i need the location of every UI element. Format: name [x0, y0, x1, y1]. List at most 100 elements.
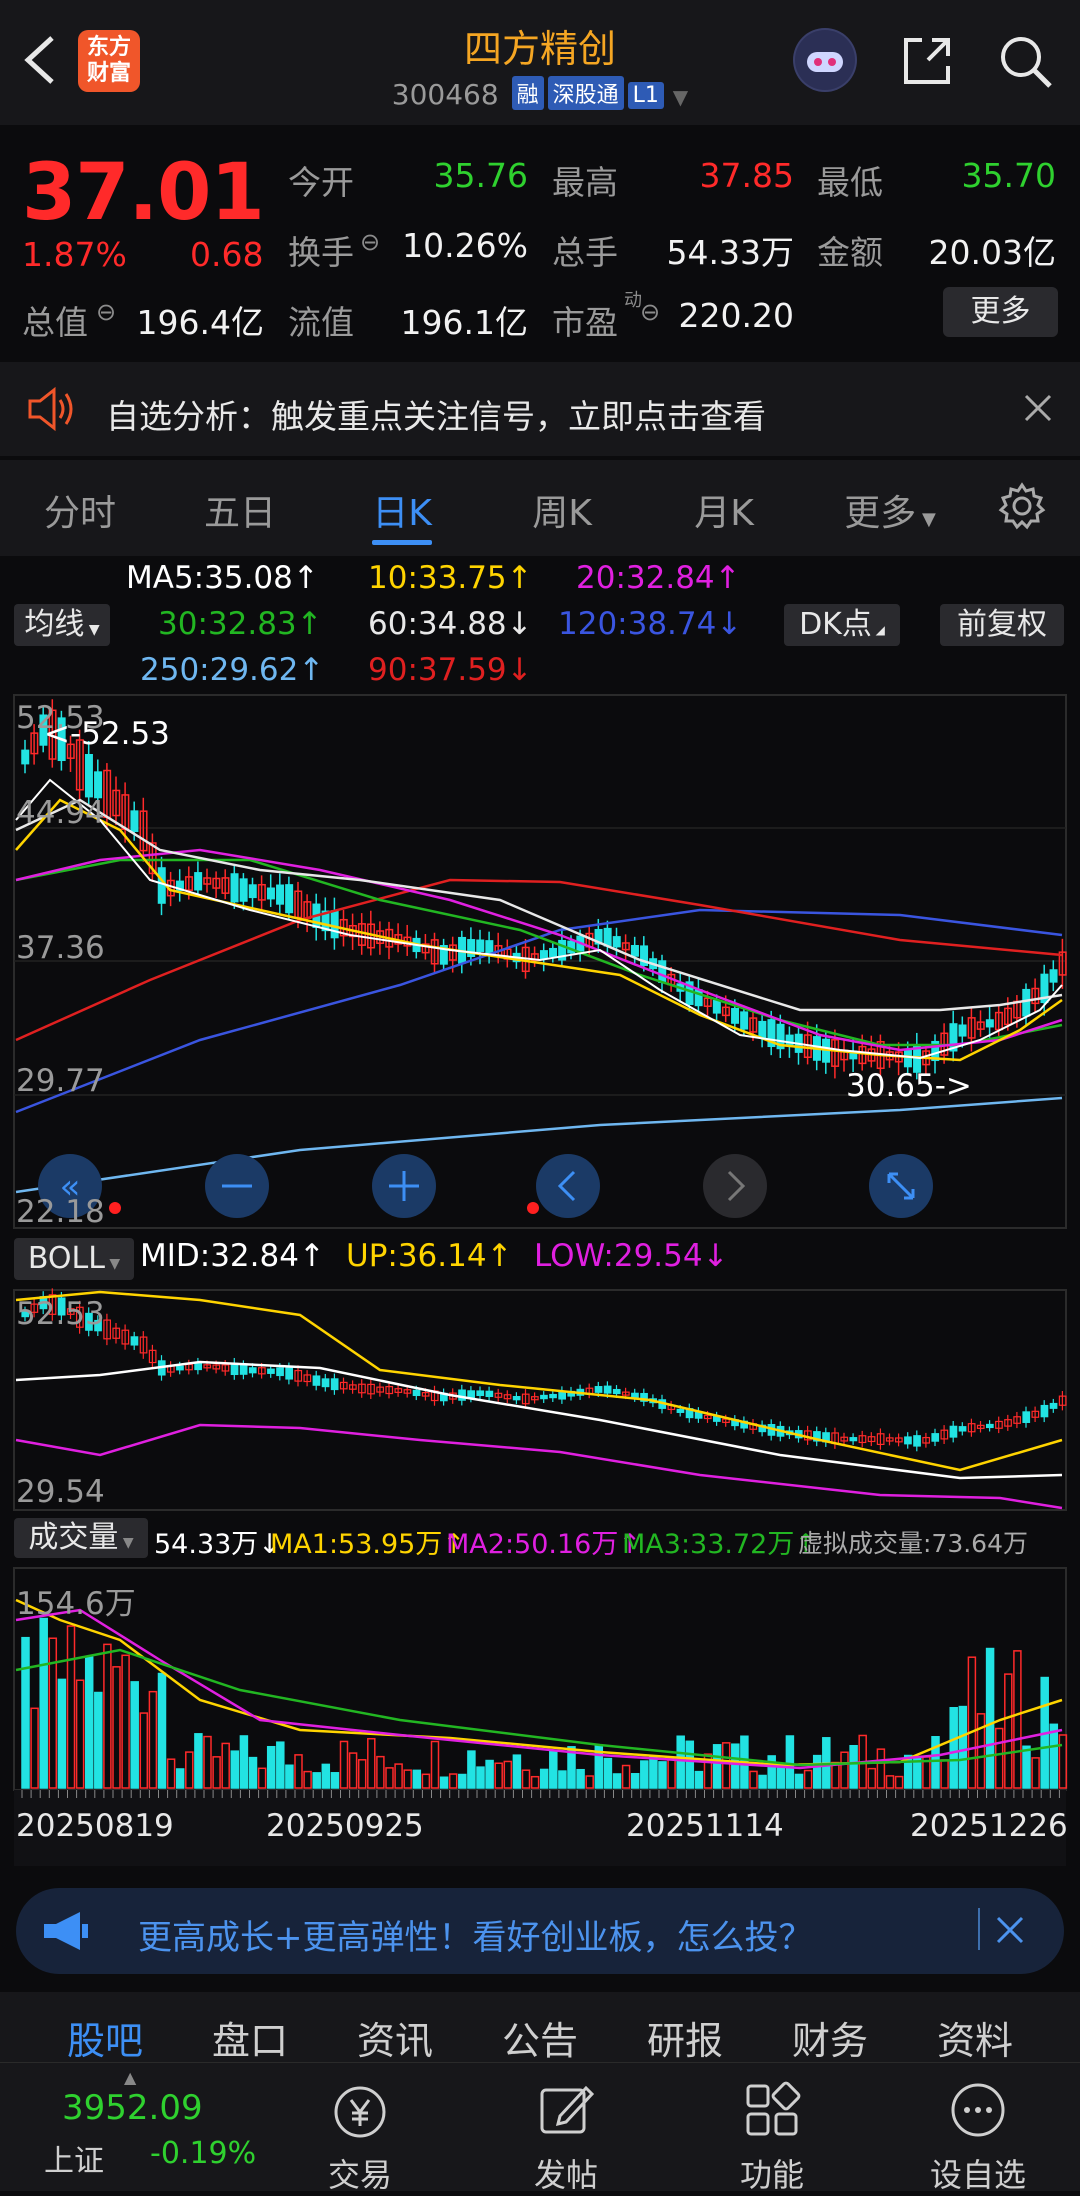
tab-monthly-k[interactable]: 月K [654, 484, 794, 536]
volume-bar [585, 1775, 594, 1789]
current-price: 37.01 [22, 148, 265, 238]
ma10-value: 10:33.75↑ [368, 560, 533, 596]
ma120-value: 120:38.74↓ [558, 606, 743, 642]
vol-ma2-line [15, 1608, 1063, 1770]
boll-mid-line [15, 1360, 1063, 1480]
boll-candle-body [913, 1435, 921, 1447]
tab-news[interactable]: 资讯 [325, 2010, 465, 2065]
adjust-price-button[interactable]: 前复权 [940, 604, 1064, 646]
share-icon[interactable] [898, 32, 956, 90]
tab-profile[interactable]: 资料 [905, 2010, 1045, 2065]
tag-level: L1 [627, 82, 664, 109]
volume-bar [530, 1775, 540, 1789]
turnover-label: 换手 [288, 233, 354, 272]
volume-bar [266, 1745, 276, 1789]
candle-body [630, 945, 639, 957]
info-icon[interactable]: ⊖ [360, 228, 380, 256]
candle-body [157, 867, 166, 904]
tab-more[interactable]: 更多 ▼ [820, 484, 960, 536]
pe-label: 市盈 [552, 303, 618, 342]
vol-value: 54.33万↓ [154, 1529, 281, 1560]
expand-caret-icon[interactable]: ▲ [124, 2068, 136, 2087]
info-icon[interactable]: ⊖ [96, 298, 116, 326]
volume-bar [139, 1712, 149, 1789]
boll-candle-body [267, 1368, 275, 1374]
volume-bar [1004, 1673, 1013, 1789]
candle-body [84, 753, 93, 798]
tab-intraday[interactable]: 分时 [10, 484, 150, 536]
search-icon[interactable] [996, 32, 1054, 90]
settings-gear-icon[interactable] [998, 482, 1046, 530]
tab-daily-k[interactable]: 日K [332, 484, 472, 536]
volume-bar [21, 1636, 30, 1789]
megaphone-icon [44, 1912, 88, 1950]
candle-body [21, 749, 30, 765]
index-value[interactable]: 3952.09 [62, 2088, 203, 2128]
boll-candle-body [467, 1390, 475, 1399]
post-label[interactable]: 发帖 [496, 2150, 636, 2196]
amount-value: 20.03亿 [928, 233, 1056, 272]
tab-forum[interactable]: 股吧 [35, 2010, 175, 2065]
boll-candle-body [985, 1423, 994, 1429]
low-value: 35.70 [961, 156, 1056, 195]
functions-label[interactable]: 功能 [702, 2150, 842, 2196]
volume-bar [603, 1757, 613, 1789]
volume-bar [348, 1752, 358, 1789]
robot-avatar-icon[interactable] [793, 28, 857, 92]
info-icon[interactable]: ⊖ [640, 298, 660, 326]
volume-bar [521, 1769, 531, 1789]
boll-ylabel-bottom: 29.54 [16, 1474, 105, 1510]
boll-candle-body [1022, 1411, 1031, 1423]
volume-bar [376, 1755, 385, 1789]
more-button[interactable]: 更多 [943, 287, 1058, 337]
ma20-value: 20:32.84↑ [576, 560, 741, 596]
date-label-1: 20250819 [16, 1808, 174, 1844]
tab-financials[interactable]: 财务 [760, 2010, 900, 2065]
tab-research[interactable]: 研报 [615, 2010, 755, 2065]
candle-body [549, 947, 558, 958]
volume-bar [421, 1773, 431, 1789]
candle-body [130, 810, 139, 833]
ma60-value: 60:34.88↓ [368, 606, 533, 642]
post-edit-icon[interactable] [536, 2080, 596, 2140]
tab-orderbook[interactable]: 盘口 [180, 2010, 320, 2065]
k-ylabel-3: 37.36 [16, 930, 105, 966]
candle-body [1049, 969, 1058, 983]
trade-yen-icon[interactable] [330, 2082, 390, 2142]
boll-candle-body [248, 1367, 257, 1374]
dropdown-icon[interactable]: ▼ [673, 85, 688, 109]
dk-point-button[interactable]: DK点 ◢ [784, 604, 900, 646]
trade-label[interactable]: 交易 [290, 2150, 430, 2196]
candle-body [985, 1019, 994, 1028]
volume-bar [285, 1764, 294, 1789]
change-percent: 1.87% [22, 235, 127, 274]
boll-candle-body [285, 1367, 293, 1380]
add-watchlist-icon[interactable] [948, 2080, 1008, 2140]
close-icon[interactable] [994, 1914, 1026, 1946]
close-icon[interactable] [1022, 392, 1054, 424]
volume-bar [976, 1713, 986, 1789]
volume-bar [194, 1733, 203, 1789]
volume-bar [649, 1755, 658, 1789]
functions-grid-icon[interactable] [742, 2080, 802, 2140]
tab-announcements[interactable]: 公告 [470, 2010, 610, 2065]
ma-toggle-button[interactable]: 均线 ▼ [14, 604, 110, 646]
volume-bar [84, 1656, 94, 1789]
boll-toggle-button[interactable]: BOLL ▼ [14, 1238, 134, 1280]
tab-five-day[interactable]: 五日 [170, 484, 310, 536]
tab-weekly-k[interactable]: 周K [492, 484, 632, 536]
add-watchlist-label[interactable]: 设自选 [908, 2150, 1048, 2196]
volume-bar [239, 1735, 249, 1789]
float-label: 流值 [288, 303, 354, 342]
volume-toggle-button[interactable]: 成交量 ▼ [14, 1518, 148, 1558]
volume-bar [721, 1742, 731, 1789]
boll-candle-body [849, 1437, 858, 1442]
volume-bar [876, 1748, 886, 1789]
boll-candle-body [949, 1425, 958, 1438]
kline-chart[interactable]: « [0, 690, 1080, 1870]
candle-body [330, 910, 339, 939]
volume-bar [412, 1769, 422, 1789]
candle-body [658, 960, 667, 983]
prev-icon [536, 1154, 600, 1218]
boll-candle-body [330, 1378, 339, 1391]
